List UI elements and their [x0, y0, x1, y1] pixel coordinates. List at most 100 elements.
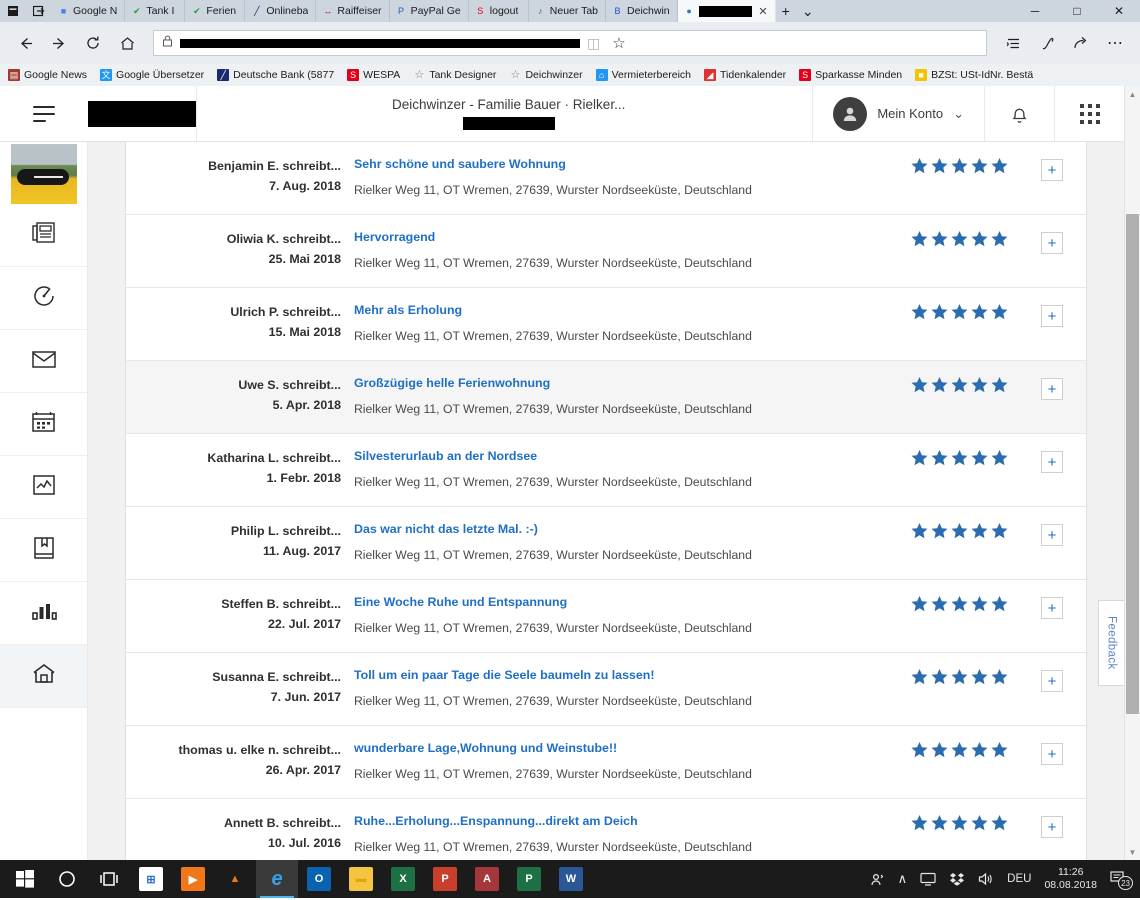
reading-list-icon[interactable] [998, 28, 1028, 58]
review-row[interactable]: Katharina L. schreibt... 1. Febr. 2018 Sil… [126, 434, 1086, 507]
review-title-link[interactable]: Hervorragend [354, 229, 902, 246]
expand-review-button[interactable]: + [1041, 159, 1063, 181]
sidebar-item-news-feed[interactable] [0, 204, 87, 267]
sidebar-item-calendar[interactable] [0, 393, 87, 456]
set-tabs-aside-icon[interactable] [26, 0, 52, 22]
feedback-tab[interactable]: Feedback [1098, 600, 1124, 686]
task-view-icon[interactable] [88, 860, 130, 898]
close-window-button[interactable]: ✕ [1098, 4, 1140, 18]
expand-review-button[interactable]: + [1041, 378, 1063, 400]
windows-start-icon[interactable] [4, 860, 46, 898]
review-row[interactable]: Uwe S. schreibt... 5. Apr. 2018 Großzügige… [126, 361, 1086, 434]
browser-tab[interactable]: ✔ Ferien [185, 0, 246, 22]
apps-grid-icon[interactable] [1054, 86, 1124, 141]
sidebar-item-analytics[interactable] [0, 456, 87, 519]
review-row[interactable]: Benjamin E. schreibt... 7. Aug. 2018 Sehr … [126, 142, 1086, 215]
taskbar-outlook[interactable]: O [298, 860, 340, 898]
volume-icon[interactable] [978, 872, 994, 886]
taskbar-access[interactable]: A [466, 860, 508, 898]
browser-tab[interactable]: P PayPal Ge [389, 0, 469, 22]
refresh-icon[interactable] [78, 28, 108, 58]
bookmark-item[interactable]: ☆ Tank Designer [413, 69, 496, 81]
taskbar-media-player[interactable]: ▶ [172, 860, 214, 898]
account-menu[interactable]: Mein Konto ⌄ [812, 86, 984, 141]
scroll-thumb[interactable] [1126, 214, 1139, 714]
expand-review-button[interactable]: + [1041, 670, 1063, 692]
more-options-icon[interactable]: ⋯ [1100, 28, 1130, 58]
bookmark-item[interactable]: S WESPA [347, 69, 400, 81]
bookmark-item[interactable]: ▤ Google News [8, 69, 87, 81]
action-center-icon[interactable]: 23 [1110, 871, 1133, 890]
favorite-star-icon[interactable]: ☆ [612, 34, 625, 52]
bookmark-item[interactable]: ■ BZSt: USt-IdNr. Bestä [915, 69, 1033, 81]
bookmark-item[interactable]: ⌂ Vermieterbereich [595, 69, 691, 81]
property-thumbnail[interactable] [10, 144, 77, 204]
taskbar-word[interactable]: W [550, 860, 592, 898]
browser-tab[interactable]: ↔ Raiffeiser [316, 0, 390, 22]
review-row[interactable]: Oliwia K. schreibt... 25. Mai 2018 Hervorr… [126, 215, 1086, 288]
language-indicator[interactable]: DEU [1007, 873, 1031, 885]
review-title-link[interactable]: Ruhe...Erholung...Enspannung...direkt am… [354, 813, 902, 830]
taskbar-microsoft-store[interactable]: ⊞ [130, 860, 172, 898]
sidebar-item-statistics[interactable] [0, 582, 87, 645]
browser-tab[interactable]: B Deichwin [606, 0, 678, 22]
review-row[interactable]: thomas u. elke n. schreibt... 26. Apr. 20… [126, 726, 1086, 799]
expand-review-button[interactable]: + [1041, 232, 1063, 254]
review-title-link[interactable]: Das war nicht das letzte Mal. :-) [354, 521, 902, 538]
browser-tab[interactable]: Slogout [468, 0, 529, 22]
bookmark-item[interactable]: ◢ Tidenkalender [704, 69, 786, 81]
sidebar-item-bookings[interactable] [0, 519, 87, 582]
clock[interactable]: 11:26 08.08.2018 [1044, 866, 1097, 892]
scroll-down-arrow[interactable]: ▼ [1125, 844, 1140, 860]
taskbar-file-explorer[interactable]: ▬ [340, 860, 382, 898]
bookmark-item[interactable]: ☆ Deichwinzer [509, 69, 583, 81]
new-tab-button[interactable]: + [782, 4, 790, 18]
review-title-link[interactable]: wunderbare Lage,Wohnung und Weinstube!! [354, 740, 902, 757]
browser-tab[interactable]: ♪ Neuer Tab [528, 0, 607, 22]
review-row[interactable]: Susanna E. schreibt... 7. Jun. 2017 Toll u… [126, 653, 1086, 726]
sidebar-item-messages[interactable] [0, 330, 87, 393]
reading-view-icon[interactable]: ◫ [587, 35, 600, 52]
review-title-link[interactable]: Toll um ein paar Tage die Seele baumeln … [354, 667, 902, 684]
taskbar-powerpoint[interactable]: P [508, 860, 550, 898]
tab-close-icon[interactable]: ✕ [758, 5, 767, 18]
expand-review-button[interactable]: + [1041, 816, 1063, 838]
review-row[interactable]: Ulrich P. schreibt... 15. Mai 2018 Mehr al… [126, 288, 1086, 361]
expand-review-button[interactable]: + [1041, 743, 1063, 765]
browser-tab[interactable]: ✔ Tank I [125, 0, 186, 22]
browser-tab[interactable]: ╱ Onlineba [245, 0, 317, 22]
browser-tab[interactable]: ● ✕ [677, 0, 776, 22]
bookmark-item[interactable]: 文 Google Übersetzer [100, 69, 204, 81]
review-title-link[interactable]: Silvesterurlaub an der Nordsee [354, 448, 902, 465]
expand-review-button[interactable]: + [1041, 451, 1063, 473]
minimize-button[interactable]: ─ [1014, 4, 1056, 18]
taskbar-publisher[interactable]: P [424, 860, 466, 898]
notes-pen-icon[interactable] [1032, 28, 1062, 58]
review-title-link[interactable]: Großzügige helle Ferienwohnung [354, 375, 902, 392]
expand-review-button[interactable]: + [1041, 305, 1063, 327]
page-scrollbar[interactable]: ▲ ▼ [1124, 86, 1140, 860]
forward-icon[interactable] [44, 28, 74, 58]
browser-tab[interactable]: ■ Google N [52, 0, 126, 22]
review-title-link[interactable]: Mehr als Erholung [354, 302, 902, 319]
back-icon[interactable] [10, 28, 40, 58]
address-bar[interactable]: ◫ ☆ [153, 30, 987, 56]
expand-review-button[interactable]: + [1041, 524, 1063, 546]
tray-expand-chevron-icon[interactable]: ∧ [898, 871, 908, 887]
sidebar-item-property[interactable] [0, 645, 87, 708]
dropbox-icon[interactable] [949, 872, 965, 886]
bookmark-item[interactable]: ╱ Deutsche Bank (5877 [217, 69, 334, 81]
taskbar-excel[interactable]: X [382, 860, 424, 898]
search-circle-icon[interactable] [46, 860, 88, 898]
people-icon[interactable] [870, 872, 885, 887]
monitor-icon[interactable] [920, 872, 936, 886]
notification-bell-icon[interactable] [984, 86, 1054, 141]
menu-icon[interactable] [0, 105, 88, 122]
share-icon[interactable] [1066, 28, 1096, 58]
scroll-up-arrow[interactable]: ▲ [1125, 86, 1140, 102]
taskbar-microsoft-edge[interactable]: e [256, 860, 298, 898]
home-icon[interactable] [112, 28, 142, 58]
review-row[interactable]: Philip L. schreibt... 11. Aug. 2017 Das wa… [126, 507, 1086, 580]
review-row[interactable]: Steffen B. schreibt... 22. Jul. 2017 Eine … [126, 580, 1086, 653]
review-row[interactable]: Annett B. schreibt... 10. Jul. 2016 Ruhe..… [126, 799, 1086, 860]
